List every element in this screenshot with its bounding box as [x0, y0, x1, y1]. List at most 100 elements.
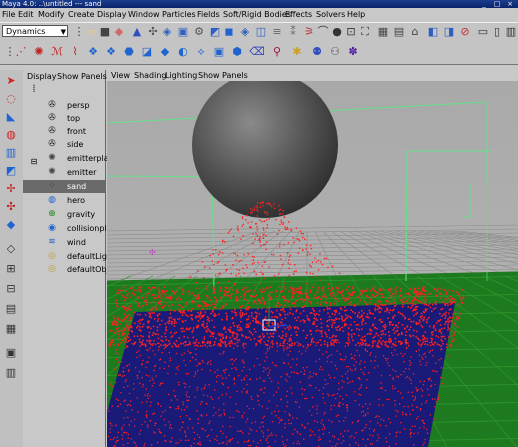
- drag-field-icon[interactable]: ❖: [104, 45, 118, 59]
- menu-modify[interactable]: Modify: [38, 10, 65, 19]
- outliner-toggle-icon[interactable]: ⁞: [27, 82, 41, 96]
- layout-graph-icon[interactable]: ▣: [4, 346, 18, 360]
- mask-dynamic-icon[interactable]: ◈: [238, 25, 252, 39]
- ipr-render-icon[interactable]: ◨: [442, 25, 456, 39]
- select-component-icon[interactable]: ◈: [160, 25, 174, 39]
- menu-fields[interactable]: Fields: [197, 10, 220, 19]
- mask-deform-icon[interactable]: ◼: [222, 25, 236, 39]
- curve-emit-icon[interactable]: ⌇: [68, 45, 82, 59]
- menu-particles[interactable]: Particles: [162, 10, 196, 19]
- outliner-item[interactable]: ✇ front: [23, 125, 105, 138]
- lasso-tool-icon[interactable]: ◌: [4, 92, 18, 106]
- viewport-menu-panels[interactable]: Panels: [222, 71, 248, 80]
- viewport-menu-show[interactable]: Show: [198, 71, 220, 80]
- maximize-icon[interactable]: □: [491, 0, 503, 8]
- radial-field-icon[interactable]: ◆: [158, 45, 172, 59]
- history-output-icon[interactable]: ▤: [392, 25, 406, 39]
- outliner-item[interactable]: ✇ top: [23, 112, 105, 125]
- outliner-menu-show[interactable]: Show: [57, 72, 79, 81]
- manipulator-icon[interactable]: ◩: [4, 164, 18, 178]
- show-manip-icon[interactable]: ◆: [4, 218, 18, 232]
- perspective-viewport[interactable]: View Shading Lighting Show Panels ✣: [107, 70, 518, 447]
- menu-effects[interactable]: Effects: [285, 10, 312, 19]
- layout-single-icon[interactable]: ◇: [4, 242, 18, 256]
- last-tool-icon[interactable]: ✢: [4, 182, 18, 196]
- snap-grid-icon[interactable]: ⚞: [302, 25, 316, 39]
- viewport-menu-shading[interactable]: Shading: [134, 71, 167, 80]
- menu-edit[interactable]: Edit: [18, 10, 34, 19]
- move-tool-icon[interactable]: ◣: [4, 110, 18, 124]
- snap-point-icon[interactable]: ●: [330, 25, 344, 39]
- outliner-item[interactable]: ◎ defaultLightSet: [23, 250, 128, 263]
- minimize-icon[interactable]: _: [478, 0, 490, 8]
- menu-solvers[interactable]: Solvers: [316, 10, 345, 19]
- mask-render-icon[interactable]: ◫: [254, 25, 268, 39]
- render-frame-icon[interactable]: ◧: [426, 25, 440, 39]
- select-tool-icon[interactable]: ➤: [4, 74, 18, 88]
- particle-tool-icon[interactable]: ⋰: [14, 45, 28, 59]
- layout-hypergraph-icon[interactable]: ▥: [4, 366, 18, 380]
- newton-field-icon[interactable]: ◪: [140, 45, 154, 59]
- history-input-icon[interactable]: ▦: [376, 25, 390, 39]
- snap-surface-icon[interactable]: ⛶: [358, 25, 372, 39]
- save-icon[interactable]: ◆: [112, 25, 126, 39]
- rigid-body-icon[interactable]: ⬢: [230, 45, 244, 59]
- module-select[interactable]: Dynamics ▼: [2, 25, 68, 37]
- layout-side-icon[interactable]: ▤: [4, 302, 18, 316]
- channel-box-icon[interactable]: ▥: [504, 25, 518, 39]
- viewport-menu-view[interactable]: View: [111, 71, 130, 80]
- mask-surface-icon[interactable]: ◩: [208, 25, 222, 39]
- layout-four-icon[interactable]: ⊞: [4, 262, 18, 276]
- attribute-editor-icon[interactable]: ▭: [476, 25, 490, 39]
- spring-icon[interactable]: ✱: [290, 45, 304, 59]
- constraint-icon[interactable]: ⚲: [270, 45, 284, 59]
- select-object-icon[interactable]: ✣: [146, 25, 160, 39]
- outliner-menu-panels[interactable]: Panels: [81, 72, 107, 81]
- air-field-icon[interactable]: ❖: [86, 45, 100, 59]
- uniform-field-icon[interactable]: ⟡: [194, 45, 208, 59]
- layout-outliner-icon[interactable]: ▦: [4, 322, 18, 336]
- menu-create[interactable]: Create: [68, 10, 95, 19]
- outliner-item[interactable]: ✇ side: [23, 138, 105, 151]
- viewport-menu-lighting[interactable]: Lighting: [165, 71, 197, 80]
- outliner-item[interactable]: ⁘ sand: [23, 180, 105, 193]
- outliner-item[interactable]: ✇ persp: [23, 99, 105, 112]
- mask-object-icon[interactable]: ⚙: [192, 25, 206, 39]
- snap-curve-icon[interactable]: ⌒: [316, 25, 330, 39]
- select-hierarchy-icon[interactable]: ▲: [130, 25, 144, 39]
- rotate-tool-icon[interactable]: ◍: [4, 128, 18, 142]
- turbulence-field-icon[interactable]: ◐: [176, 45, 190, 59]
- outliner-item[interactable]: ⊕ gravity: [23, 208, 105, 221]
- menu-window[interactable]: Window: [128, 10, 160, 19]
- menu-display[interactable]: Display: [97, 10, 127, 19]
- close-icon[interactable]: ×: [504, 0, 516, 8]
- menu-soft-rigid-bodies[interactable]: Soft/Rigid Bodies: [223, 10, 291, 19]
- mask-lock-icon[interactable]: ⁑: [286, 25, 300, 39]
- tool-settings-icon[interactable]: ▯: [490, 25, 504, 39]
- layout-two-icon[interactable]: ⊟: [4, 282, 18, 296]
- outliner-item[interactable]: ◉ collisionplane: [23, 222, 121, 235]
- outliner-item[interactable]: ≋ wind: [23, 236, 105, 249]
- folder-open-icon[interactable]: ▭: [84, 25, 98, 39]
- construction-history-icon[interactable]: ⌂: [408, 25, 422, 39]
- soft-body-icon[interactable]: ⌫: [249, 45, 265, 59]
- outliner-item[interactable]: ◍ hero: [23, 194, 105, 207]
- gravity-field-icon[interactable]: ⬣: [122, 45, 136, 59]
- goal-icon[interactable]: ⚇: [328, 45, 342, 59]
- emitter-shelf-icon[interactable]: ✺: [32, 45, 46, 59]
- mask-misc-icon[interactable]: ≡: [270, 25, 284, 39]
- scale-tool-icon[interactable]: ▥: [4, 146, 18, 160]
- outliner-item[interactable]: ◎ defaultObjectSet: [23, 263, 134, 276]
- soft-mod-icon[interactable]: ✣: [4, 200, 18, 214]
- menu-file[interactable]: File: [2, 10, 15, 19]
- mask-hierarchy-icon[interactable]: ▣: [176, 25, 190, 39]
- render-globals-icon[interactable]: ⊘: [458, 25, 472, 39]
- vortex-field-icon[interactable]: ▣: [212, 45, 226, 59]
- snap-view-icon[interactable]: ⊡: [344, 25, 358, 39]
- scene-canvas[interactable]: ✣: [107, 81, 518, 447]
- curve-flow-icon[interactable]: ℳ: [50, 45, 64, 59]
- collide-icon[interactable]: ⚉: [310, 45, 324, 59]
- menu-help[interactable]: Help: [347, 10, 365, 19]
- new-scene-icon[interactable]: ■: [98, 25, 112, 39]
- collapse-icon[interactable]: ⊟: [27, 155, 41, 169]
